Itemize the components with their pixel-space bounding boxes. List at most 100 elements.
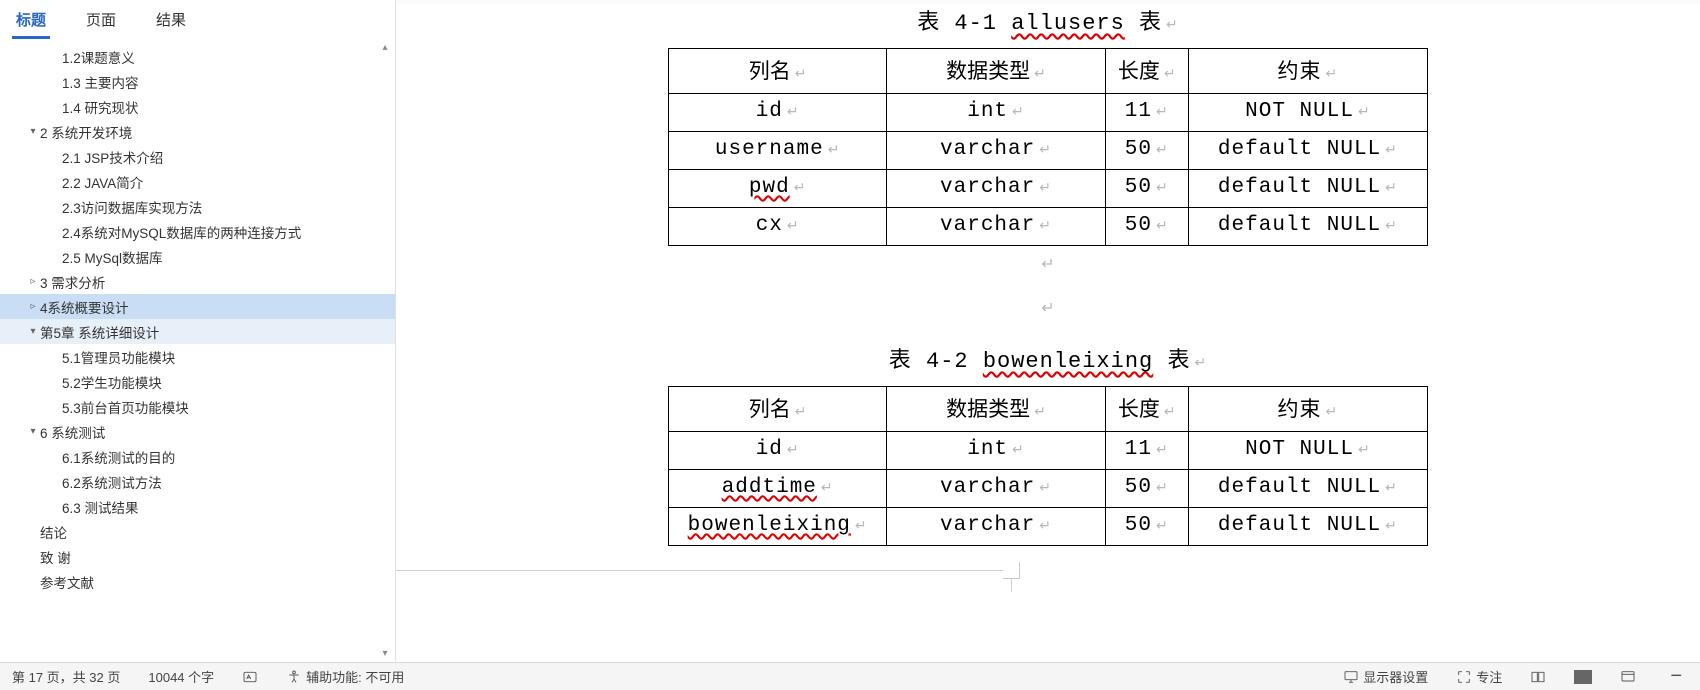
chevron-right-icon[interactable]: ▹	[26, 276, 40, 287]
status-page[interactable]: 第 17 页，共 32 页	[12, 667, 120, 686]
table-cell: bowenleixing↵	[669, 508, 887, 546]
table-cell: default NULL↵	[1188, 470, 1427, 508]
outline-item[interactable]: ▹5.1管理员功能模块	[0, 344, 395, 369]
chevron-down-icon[interactable]: ▾	[26, 426, 40, 437]
table-cell: cx↵	[669, 208, 887, 246]
paragraph-mark-icon: ↵	[1039, 479, 1052, 495]
paragraph-mark-icon: ↵	[1385, 479, 1398, 495]
status-display-settings[interactable]: 显示器设置	[1343, 667, 1428, 686]
table-header: 列名↵	[669, 49, 887, 94]
paragraph-mark-icon: ↵	[1039, 141, 1052, 157]
paragraph-mark-icon: ↵	[1166, 16, 1179, 32]
paragraph-mark-icon: ↵	[795, 403, 807, 419]
paragraph-mark-icon: ↵	[1039, 517, 1052, 533]
table-cell: id↵	[669, 94, 887, 132]
paragraph-mark-icon: ↵	[795, 65, 807, 81]
tab-headings[interactable]: 标题	[12, 1, 50, 39]
table-cell: varchar↵	[887, 470, 1105, 508]
paragraph-mark-icon: ↵	[1039, 179, 1052, 195]
chevron-down-icon[interactable]: ▾	[26, 326, 40, 337]
paragraph-mark-icon: ↵	[1326, 65, 1339, 81]
page-surface: 表 4-1 allusers 表↵ 列名↵数据类型↵长度↵约束↵id↵int↵1…	[396, 4, 1700, 662]
outline-item[interactable]: ▹2.1 JSP技术介绍	[0, 144, 395, 169]
outline-item[interactable]: ▾6 系统测试	[0, 419, 395, 444]
paragraph-mark-icon: ↵	[1385, 141, 1398, 157]
outline-item-label: 2.2 JAVA简介	[62, 172, 143, 192]
outline-item[interactable]: ▹5.3前台首页功能模块	[0, 394, 395, 419]
scroll-down-icon[interactable]: ▾	[377, 646, 393, 662]
outline-item-label: 1.4 研究现状	[62, 97, 139, 117]
view-print-layout-icon[interactable]	[1574, 670, 1592, 684]
outline-item-label: 6 系统测试	[40, 422, 105, 442]
outline-item[interactable]: ▹5.2学生功能模块	[0, 369, 395, 394]
outline-item[interactable]: ▹4系统概要设计	[0, 294, 395, 319]
paragraph-mark-icon: ↵	[1156, 517, 1169, 533]
caption-name: allusers	[1011, 11, 1125, 36]
table-row: id↵int↵11↵NOT NULL↵	[669, 432, 1428, 470]
paragraph-mark-icon: ↵	[828, 141, 841, 157]
status-accessibility[interactable]: 辅助功能: 不可用	[286, 667, 404, 686]
paragraph-mark-icon: ↵	[1156, 179, 1169, 195]
table-cell: 50↵	[1105, 208, 1188, 246]
view-web-layout-icon[interactable]	[1620, 669, 1636, 685]
view-read-mode-icon[interactable]	[1530, 669, 1546, 685]
outline-item-label: 5.2学生功能模块	[62, 372, 162, 392]
outline-item[interactable]: ▹6.1系统测试的目的	[0, 444, 395, 469]
paragraph-mark-icon: ↵	[1164, 65, 1176, 81]
paragraph-mark-icon: ↵	[1156, 479, 1169, 495]
outline-item[interactable]: ▹3 需求分析	[0, 269, 395, 294]
status-word-count[interactable]: 10044 个字	[148, 667, 214, 686]
page-corner-indicator	[396, 570, 1012, 592]
chevron-right-icon[interactable]: ▹	[26, 301, 40, 312]
table-row: addtime↵varchar↵50↵default NULL↵	[669, 470, 1428, 508]
status-language-icon[interactable]	[242, 669, 258, 685]
outline-item-label: 2 系统开发环境	[40, 122, 132, 142]
tab-pages[interactable]: 页面	[82, 1, 120, 39]
paragraph-mark-icon: ↵	[1012, 103, 1025, 119]
outline-item[interactable]: ▹1.4 研究现状	[0, 94, 395, 119]
outline-item[interactable]: ▹6.2系统测试方法	[0, 469, 395, 494]
table-cell: varchar↵	[887, 508, 1105, 546]
outline-item-label: 参考文献	[40, 572, 94, 592]
outline-item[interactable]: ▹2.2 JAVA简介	[0, 169, 395, 194]
outline-item[interactable]: ▹1.3 主要内容	[0, 69, 395, 94]
outline-item[interactable]: ▹6.3 测试结果	[0, 494, 395, 519]
outline-item[interactable]: ▹2.3访问数据库实现方法	[0, 194, 395, 219]
outline-item[interactable]: ▹2.4系统对MySQL数据库的两种连接方式	[0, 219, 395, 244]
main-area: 标题 页面 结果 ▴ ▹1.2课题意义▹1.3 主要内容▹1.4 研究现状▾2 …	[0, 0, 1700, 662]
app-root: 标题 页面 结果 ▴ ▹1.2课题意义▹1.3 主要内容▹1.4 研究现状▾2 …	[0, 0, 1700, 690]
document-scroll[interactable]: 表 4-1 allusers 表↵ 列名↵数据类型↵长度↵约束↵id↵int↵1…	[396, 0, 1700, 662]
outline-item-label: 6.1系统测试的目的	[62, 447, 175, 467]
table-cell: int↵	[887, 432, 1105, 470]
outline-item[interactable]: ▹参考文献	[0, 569, 395, 594]
chevron-down-icon[interactable]: ▾	[26, 126, 40, 137]
table-cell: 50↵	[1105, 508, 1188, 546]
paragraph-mark-icon: ↵	[787, 103, 800, 119]
outline-item[interactable]: ▾第5章 系统详细设计	[0, 319, 395, 344]
outline-item[interactable]: ▹结论	[0, 519, 395, 544]
table-cell: 11↵	[1105, 94, 1188, 132]
outline-item[interactable]: ▹2.5 MySql数据库	[0, 244, 395, 269]
zoom-out-icon[interactable]: −	[1664, 665, 1688, 688]
outline-item-label: 2.1 JSP技术介绍	[62, 147, 163, 167]
caption-name: bowenleixing	[983, 349, 1153, 374]
paragraph-mark-icon: ↵	[1012, 441, 1025, 457]
blank-paragraph: ↵	[436, 254, 1660, 274]
outline-item[interactable]: ▹1.2课题意义	[0, 44, 395, 69]
outline-item[interactable]: ▾2 系统开发环境	[0, 119, 395, 144]
caption-suffix: 表	[1153, 349, 1190, 374]
table-cell: addtime↵	[669, 470, 887, 508]
caption-prefix: 表 4-2	[889, 349, 983, 374]
paragraph-mark-icon: ↵	[1358, 441, 1371, 457]
nav-tabs: 标题 页面 结果	[0, 0, 395, 40]
status-focus[interactable]: 专注	[1456, 667, 1502, 686]
outline-item[interactable]: ▹致 谢	[0, 544, 395, 569]
tab-results[interactable]: 结果	[152, 1, 190, 39]
paragraph-mark-icon: ↵	[1194, 354, 1207, 370]
outline-item-label: 4系统概要设计	[40, 297, 129, 317]
outline-tree[interactable]: ▹1.2课题意义▹1.3 主要内容▹1.4 研究现状▾2 系统开发环境▹2.1 …	[0, 40, 395, 662]
outline-item-label: 5.1管理员功能模块	[62, 347, 175, 367]
status-bar: 第 17 页，共 32 页 10044 个字 辅助功能: 不可用 显示器设置 专…	[0, 662, 1700, 690]
paragraph-mark-icon: ↵	[1326, 403, 1339, 419]
paragraph-mark-icon: ↵	[1385, 517, 1398, 533]
